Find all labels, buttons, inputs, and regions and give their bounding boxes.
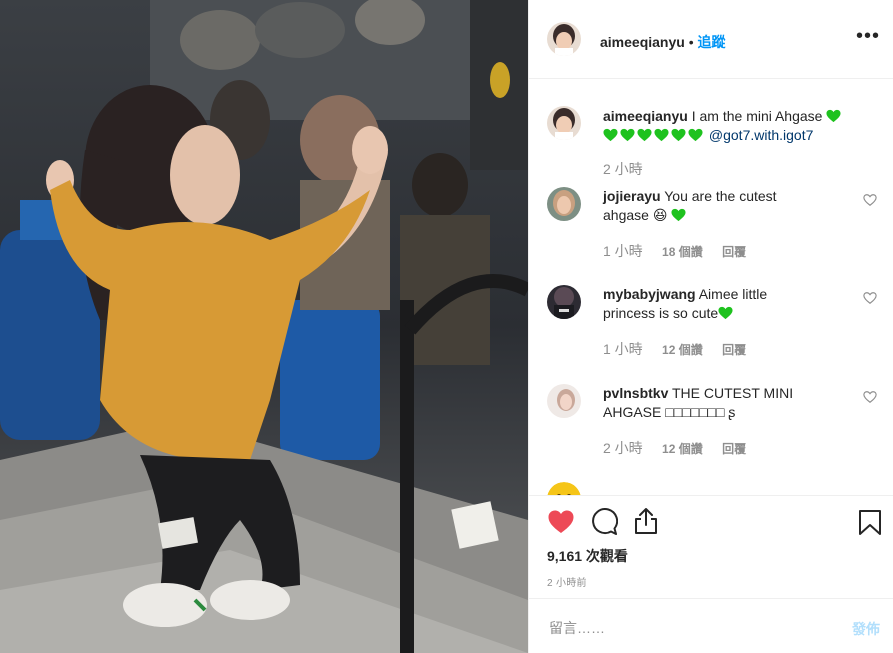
- commenter-avatar[interactable]: [547, 482, 581, 495]
- comment-meta: 1 小時 12 個讚 回覆: [603, 339, 762, 359]
- post-actions: 9,161 次觀看 2 小時前: [529, 495, 893, 598]
- green-heart-icon: [826, 109, 841, 123]
- green-heart-icon: [718, 306, 733, 320]
- follow-button[interactable]: 追蹤: [698, 34, 726, 50]
- comment-body-cont: AHGASE □□□□□□□ ʂ: [603, 404, 736, 420]
- share-icon[interactable]: [633, 507, 659, 535]
- comment-likes[interactable]: 18 個讚: [662, 245, 703, 259]
- comment-username-link[interactable]: pvlnsbtkv: [603, 385, 668, 401]
- caption-avatar-image: [547, 106, 581, 140]
- commenter-avatar-image: [547, 187, 581, 221]
- comment-time[interactable]: 2 小時: [603, 440, 643, 456]
- more-options-icon[interactable]: •••: [856, 26, 880, 46]
- comment-body: THE CUTEST MINI: [672, 385, 794, 401]
- green-heart-icon: [671, 128, 686, 142]
- comment-username-link[interactable]: jojierayu: [603, 188, 661, 204]
- bookmark-icon[interactable]: [858, 509, 882, 536]
- post-details-panel: aimeeqianyu • 追蹤 ••• aimeeqianyu I am th…: [528, 0, 893, 653]
- comment-body: Aimee little: [698, 286, 768, 302]
- green-heart-icon: [603, 128, 618, 142]
- comment-time[interactable]: 1 小時: [603, 341, 643, 357]
- post-header: aimeeqianyu • 追蹤 •••: [529, 0, 893, 79]
- caption-body: I am the mini Ahgase: [691, 108, 823, 124]
- commenter-avatar-image: [547, 384, 581, 418]
- caption-avatar[interactable]: [547, 106, 581, 140]
- green-heart-icon: [654, 128, 669, 142]
- reply-button[interactable]: 回覆: [722, 245, 746, 259]
- laughing-emoji: 😆: [652, 207, 668, 223]
- video-frame-image: [0, 0, 528, 653]
- comment-input[interactable]: [547, 617, 821, 639]
- comment-username-link[interactable]: mybabyjwang: [603, 286, 696, 302]
- like-comment-heart-icon[interactable]: [863, 193, 877, 207]
- green-heart-icon: [620, 128, 635, 142]
- caption-time[interactable]: 2 小時: [603, 161, 643, 177]
- comment-meta: 1 小時 18 個讚 回覆: [603, 241, 762, 261]
- comment-text: jojierayu You are the cutest ahgase 😆: [603, 187, 848, 225]
- mention-link[interactable]: @got7.with.igot7: [709, 127, 814, 143]
- comment-likes[interactable]: 12 個讚: [662, 343, 703, 357]
- like-heart-icon[interactable]: [547, 509, 575, 535]
- post-comment-button[interactable]: 發佈: [852, 619, 880, 639]
- commenter-avatar[interactable]: [547, 384, 581, 418]
- reply-button[interactable]: 回覆: [722, 343, 746, 357]
- caption-username-link[interactable]: aimeeqianyu: [603, 108, 688, 124]
- comment-meta: 2 小時 12 個讚 回覆: [603, 438, 762, 458]
- comment-bubble-icon[interactable]: [590, 508, 618, 536]
- commenter-avatar[interactable]: [547, 187, 581, 221]
- commenter-avatar-image: [547, 285, 581, 319]
- author-avatar[interactable]: [547, 22, 581, 56]
- caption-item: aimeeqianyu I am the mini Ahgase @got7.w…: [547, 106, 877, 187]
- caption-meta: 2 小時: [603, 159, 659, 179]
- view-count[interactable]: 9,161 次觀看: [547, 546, 628, 566]
- comment-body: You are the cutest: [664, 188, 777, 204]
- author-avatar-image: [547, 22, 581, 56]
- commenter-avatar-image: [547, 482, 581, 495]
- like-comment-heart-icon[interactable]: [863, 291, 877, 305]
- post-timestamp[interactable]: 2 小時前: [547, 574, 587, 589]
- comment-body-cont: princess is so cute: [603, 305, 719, 321]
- like-comment-heart-icon[interactable]: [863, 390, 877, 404]
- comment-text: pvlnsbtkv THE CUTEST MINI AHGASE □□□□□□□…: [603, 384, 848, 422]
- post-video[interactable]: [0, 0, 528, 653]
- green-heart-icon: [637, 128, 652, 142]
- comment-body-cont: ahgase: [603, 207, 649, 223]
- comment-text: mybabyjwang Aimee little princess is so …: [603, 285, 848, 323]
- comment-item: jojierayu You are the cutest ahgase 😆 1 …: [547, 187, 877, 267]
- header-separator: •: [688, 34, 694, 50]
- green-heart-icon: [671, 208, 686, 222]
- reply-button[interactable]: 回覆: [722, 442, 746, 456]
- comments-list[interactable]: aimeeqianyu I am the mini Ahgase @got7.w…: [529, 79, 893, 495]
- green-heart-icon: [688, 128, 703, 142]
- comment-time[interactable]: 1 小時: [603, 243, 643, 259]
- caption-text: aimeeqianyu I am the mini Ahgase @got7.w…: [603, 107, 868, 145]
- commenter-avatar[interactable]: [547, 285, 581, 319]
- comment-item: pvlnsbtkv THE CUTEST MINI AHGASE □□□□□□□…: [547, 384, 877, 464]
- comment-item: mybabyjwang Aimee little princess is so …: [547, 285, 877, 365]
- comment-compose: 發佈: [529, 598, 893, 653]
- author-username-link[interactable]: aimeeqianyu: [600, 34, 685, 50]
- comment-likes[interactable]: 12 個讚: [662, 442, 703, 456]
